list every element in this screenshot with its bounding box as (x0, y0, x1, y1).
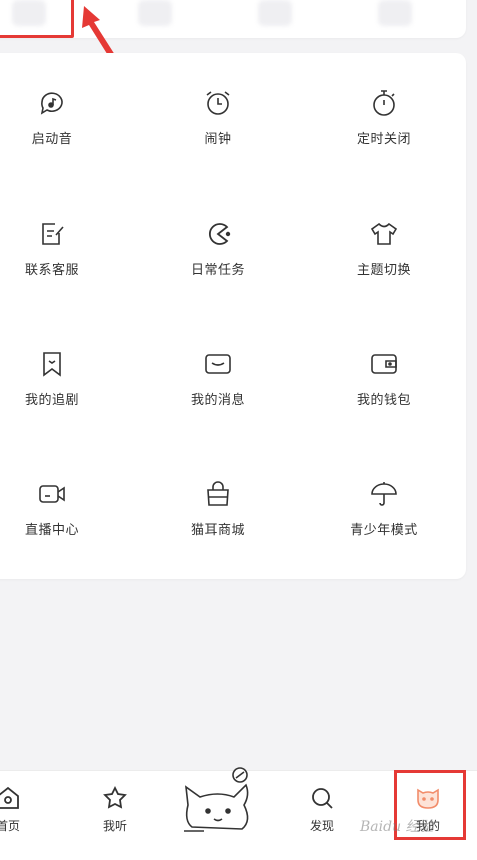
star-icon (103, 785, 127, 809)
tile-label: 启动音 (31, 132, 73, 147)
cat-mascot-icon[interactable] (178, 765, 258, 845)
tile-maoer-mall[interactable]: 猫耳商城 (148, 479, 288, 559)
shopping-bag-icon (207, 481, 229, 506)
nav-listen[interactable]: 我听 (85, 785, 145, 841)
nav-label: 我听 (102, 819, 127, 833)
home-icon (0, 786, 19, 809)
tile-sleep-timer[interactable]: 定时关闭 (314, 88, 454, 168)
tile-label: 主题切换 (356, 263, 411, 278)
timer-icon (373, 90, 395, 116)
tile-label: 日常任务 (190, 263, 245, 278)
tile-label: 我的消息 (190, 393, 245, 408)
tile-label: 定时关闭 (356, 132, 411, 147)
tile-alarm[interactable]: 闹钟 (148, 88, 288, 168)
tile-theme-switch[interactable]: 主题切换 (314, 219, 454, 299)
video-camera-icon (39, 485, 65, 503)
tile-startup-sound[interactable]: 启动音 (0, 88, 122, 168)
tile-label: 猫耳商城 (190, 523, 245, 538)
nav-home[interactable]: 首页 (0, 785, 38, 841)
tile-label: 闹钟 (204, 132, 232, 147)
tile-daily-tasks[interactable]: 日常任务 (148, 219, 288, 299)
tile-label: 直播中心 (24, 523, 79, 538)
wallet-icon (371, 354, 397, 374)
blurred-thumbnail (258, 0, 292, 26)
blurred-thumbnail (378, 0, 412, 26)
tile-my-messages[interactable]: 我的消息 (148, 349, 288, 429)
tile-my-dramas[interactable]: 我的追剧 (0, 349, 122, 429)
edit-note-icon (42, 223, 64, 245)
nav-label: 发现 (309, 819, 334, 833)
tile-my-wallet[interactable]: 我的钱包 (314, 349, 454, 429)
tile-label: 青少年模式 (350, 523, 418, 538)
umbrella-icon (371, 482, 397, 506)
nav-discover[interactable]: 发现 (292, 785, 352, 841)
pacman-icon (208, 223, 231, 245)
alarm-clock-icon (206, 91, 230, 115)
bookmark-icon (43, 352, 61, 377)
music-bubble-icon (40, 92, 63, 115)
tile-label: 我的追剧 (24, 393, 79, 408)
tile-teen-mode[interactable]: 青少年模式 (314, 479, 454, 559)
highlight-box-top (0, 0, 74, 38)
search-icon (312, 788, 333, 809)
tile-label: 我的钱包 (356, 393, 411, 408)
tile-live-center[interactable]: 直播中心 (0, 479, 122, 559)
tile-customer-service[interactable]: 联系客服 (0, 219, 122, 299)
tile-label: 联系客服 (24, 263, 79, 278)
tshirt-icon (370, 222, 398, 245)
nav-label: 首页 (0, 819, 20, 833)
watermark: Baidu 经验 (360, 819, 434, 835)
message-icon (205, 354, 231, 374)
